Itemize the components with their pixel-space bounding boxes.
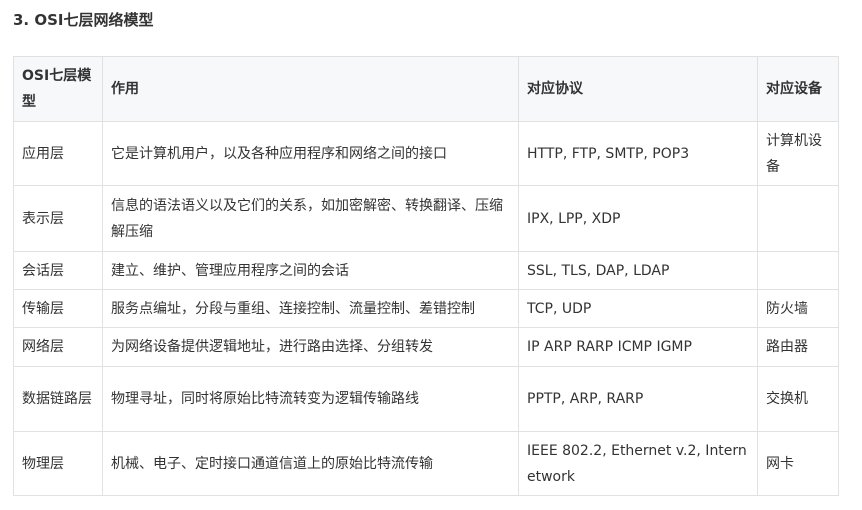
device-cell: 交换机 <box>757 366 839 432</box>
layer-cell: 应用层 <box>13 121 103 186</box>
device-cell: 计算机设备 <box>757 121 839 186</box>
table-row: 物理层 机械、电子、定时接口通道信道上的原始比特流传输 IEEE 802.2, … <box>13 431 839 496</box>
table-header-row: OSI七层模型 作用 对应协议 对应设备 <box>13 56 839 122</box>
table-row: 会话层 建立、维护、管理应用程序之间的会话 SSL, TLS, DAP, LDA… <box>13 251 839 290</box>
osi-model-table: OSI七层模型 作用 对应协议 对应设备 应用层 它是计算机用户，以及各种应用程… <box>13 56 839 496</box>
protocols-cell: IEEE 802.2, Ethernet v.2, Internetwork <box>518 431 758 496</box>
table-row: 表示层 信息的语法语义以及它们的关系，如加密解密、转换翻译、压缩解压缩 IPX,… <box>13 185 839 252</box>
table-row: 传输层 服务点编址，分段与重组、连接控制、流量控制、差错控制 TCP, UDP … <box>13 289 839 328</box>
header-osi-layer: OSI七层模型 <box>13 56 103 122</box>
layer-cell: 网络层 <box>13 327 103 367</box>
function-cell: 信息的语法语义以及它们的关系，如加密解密、转换翻译、压缩解压缩 <box>102 185 519 252</box>
function-cell: 服务点编址，分段与重组、连接控制、流量控制、差错控制 <box>102 289 519 328</box>
device-cell <box>757 185 839 252</box>
function-cell: 为网络设备提供逻辑地址，进行路由选择、分组转发 <box>102 327 519 367</box>
header-device: 对应设备 <box>757 56 839 122</box>
device-cell: 网卡 <box>757 431 839 496</box>
layer-cell: 会话层 <box>13 251 103 290</box>
device-cell: 路由器 <box>757 327 839 367</box>
layer-cell: 物理层 <box>13 431 103 496</box>
protocols-cell: HTTP, FTP, SMTP, POP3 <box>518 121 758 186</box>
section-heading: 3. OSI七层网络模型 <box>13 11 154 29</box>
layer-cell: 数据链路层 <box>13 366 103 432</box>
protocols-cell: IP ARP RARP ICMP IGMP <box>518 327 758 367</box>
protocols-cell: TCP, UDP <box>518 289 758 328</box>
device-cell <box>757 251 839 290</box>
layer-cell: 表示层 <box>13 185 103 252</box>
function-cell: 物理寻址，同时将原始比特流转变为逻辑传输路线 <box>102 366 519 432</box>
table-row: 网络层 为网络设备提供逻辑地址，进行路由选择、分组转发 IP ARP RARP … <box>13 327 839 367</box>
device-cell: 防火墙 <box>757 289 839 328</box>
protocols-cell: SSL, TLS, DAP, LDAP <box>518 251 758 290</box>
function-cell: 建立、维护、管理应用程序之间的会话 <box>102 251 519 290</box>
layer-cell: 传输层 <box>13 289 103 328</box>
table-row: 应用层 它是计算机用户，以及各种应用程序和网络之间的接口 HTTP, FTP, … <box>13 121 839 186</box>
header-function: 作用 <box>102 56 519 122</box>
table-row: 数据链路层 物理寻址，同时将原始比特流转变为逻辑传输路线 PPTP, ARP, … <box>13 366 839 432</box>
protocols-cell: IPX, LPP, XDP <box>518 185 758 252</box>
function-cell: 机械、电子、定时接口通道信道上的原始比特流传输 <box>102 431 519 496</box>
protocols-cell: PPTP, ARP, RARP <box>518 366 758 432</box>
header-protocols: 对应协议 <box>518 56 758 122</box>
function-cell: 它是计算机用户，以及各种应用程序和网络之间的接口 <box>102 121 519 186</box>
